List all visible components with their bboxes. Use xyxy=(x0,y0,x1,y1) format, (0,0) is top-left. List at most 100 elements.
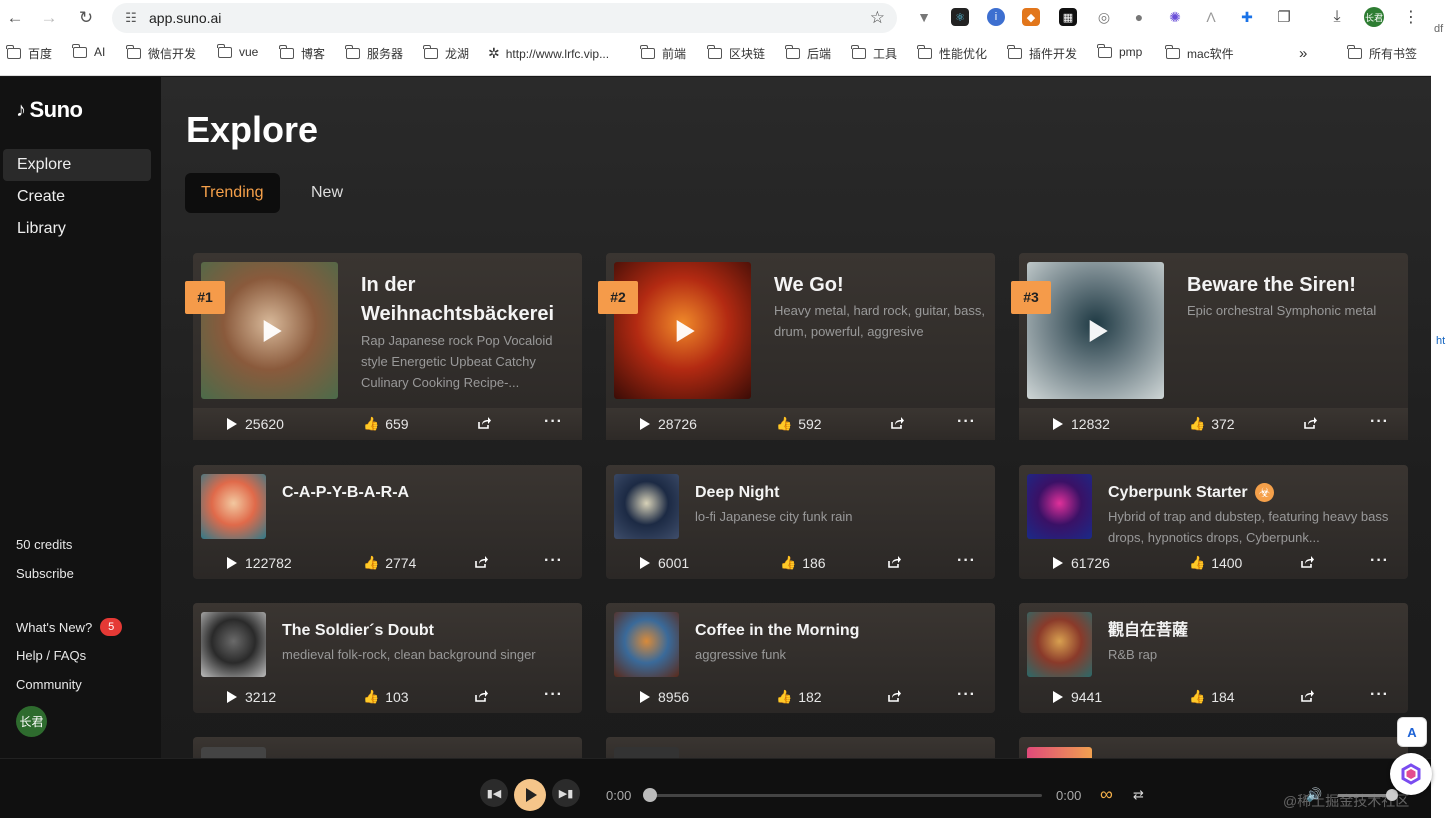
play-count[interactable]: 8956 xyxy=(640,681,689,713)
song-title[interactable]: Deep Night xyxy=(695,481,985,505)
song-card-partial[interactable] xyxy=(193,737,582,758)
more-options-icon[interactable]: ··· xyxy=(957,681,976,713)
more-options-icon[interactable]: ··· xyxy=(1370,408,1389,440)
play-count[interactable]: 61726 xyxy=(1053,547,1110,579)
play-count[interactable]: 3212 xyxy=(227,681,276,713)
bookmark-folder[interactable]: 性能优化 xyxy=(917,45,987,62)
share-icon[interactable] xyxy=(1300,555,1314,569)
react-devtools-extension-icon[interactable]: ⚛ xyxy=(951,8,969,26)
play-count[interactable]: 25620 xyxy=(227,408,284,440)
more-options-icon[interactable]: ··· xyxy=(957,547,976,579)
subscribe-link[interactable]: Subscribe xyxy=(16,566,74,581)
progress-track[interactable] xyxy=(650,794,1042,797)
song-cover[interactable] xyxy=(1027,474,1092,539)
next-track-icon[interactable]: ▶▮ xyxy=(552,779,580,807)
song-cover[interactable] xyxy=(614,747,679,758)
featured-song-card[interactable]: #3 Beware the Siren! Epic orchestral Sym… xyxy=(1011,253,1408,440)
share-icon[interactable] xyxy=(1303,416,1317,430)
song-title[interactable]: C-A-P-Y-B-A-R-A xyxy=(282,481,572,505)
song-cover[interactable] xyxy=(201,747,266,758)
site-settings-icon[interactable]: ☷ xyxy=(122,9,140,27)
download-icon[interactable]: ⤓ xyxy=(1328,8,1346,26)
microphone-extension-icon[interactable]: ● xyxy=(1130,8,1148,26)
like-count[interactable]: 👍 1400 xyxy=(1189,547,1242,579)
play-count[interactable]: 12832 xyxy=(1053,408,1110,440)
more-options-icon[interactable]: ··· xyxy=(544,408,563,440)
song-title[interactable]: 觀自在菩薩 xyxy=(1108,619,1398,643)
help-faqs-link[interactable]: Help / FAQs xyxy=(16,648,86,663)
song-card-partial[interactable] xyxy=(1019,737,1408,758)
song-title[interactable]: Coffee in the Morning xyxy=(695,619,985,643)
song-card[interactable]: The Soldier´s Doubt medieval folk-rock, … xyxy=(193,603,582,713)
tab-trending[interactable]: Trending xyxy=(185,173,280,213)
bookmark-folder[interactable]: 区块链 xyxy=(707,45,765,62)
browser-menu-icon[interactable]: ⋮ xyxy=(1402,8,1420,26)
more-options-icon[interactable]: ··· xyxy=(1370,547,1389,579)
bookmark-folder[interactable]: vue xyxy=(217,43,258,59)
featured-song-card[interactable]: #1 In der Weihnachtsbäckerei Rap Japanes… xyxy=(185,253,582,440)
bookmark-folder[interactable]: 后端 xyxy=(785,45,831,62)
song-card[interactable]: Deep Night lo-fi Japanese city funk rain… xyxy=(606,465,995,579)
play-count[interactable]: 9441 xyxy=(1053,681,1102,713)
song-cover[interactable] xyxy=(614,612,679,677)
previous-track-icon[interactable]: ▮◀ xyxy=(480,779,508,807)
share-icon[interactable] xyxy=(890,416,904,430)
bookmark-folder[interactable]: 工具 xyxy=(851,45,897,62)
extension-dark-icon[interactable]: ▦ xyxy=(1059,8,1077,26)
bookmark-star-icon[interactable]: ☆ xyxy=(870,8,885,28)
extensions-menu-icon[interactable]: ❐ xyxy=(1275,8,1293,26)
repeat-icon[interactable]: ⇄ xyxy=(1133,787,1144,803)
share-icon[interactable] xyxy=(887,555,901,569)
more-options-icon[interactable]: ··· xyxy=(1370,681,1389,713)
profile-avatar[interactable]: 长君 xyxy=(1364,7,1384,27)
play-count[interactable]: 6001 xyxy=(640,547,689,579)
nav-library[interactable]: Library xyxy=(3,213,151,245)
translate-extension-icon[interactable]: A xyxy=(1397,717,1427,747)
community-link[interactable]: Community xyxy=(16,677,82,692)
vuetools-extension-icon[interactable]: ▼ xyxy=(915,8,933,26)
bookmark-folder[interactable]: mac软件 xyxy=(1165,45,1234,62)
infinite-play-icon[interactable]: ∞ xyxy=(1100,784,1113,805)
song-title[interactable]: In der Weihnachtsbäckerei xyxy=(361,271,571,329)
bookmark-link[interactable]: ✲ http://www.lrfc.vip... xyxy=(488,45,609,62)
song-card[interactable]: 觀自在菩薩 R&B rap 9441 👍 184 ··· xyxy=(1019,603,1408,713)
bookmark-folder[interactable]: 龙湖 xyxy=(423,45,469,62)
bookmark-folder[interactable]: 微信开发 xyxy=(126,45,196,62)
play-count[interactable]: 122782 xyxy=(227,547,292,579)
song-card[interactable]: Coffee in the Morning aggressive funk 89… xyxy=(606,603,995,713)
extension-circle-icon[interactable]: i xyxy=(987,8,1005,26)
song-card-partial[interactable] xyxy=(606,737,995,758)
metamask-extension-icon[interactable]: ◆ xyxy=(1022,8,1040,26)
share-icon[interactable] xyxy=(887,689,901,703)
like-count[interactable]: 👍 186 xyxy=(780,547,826,579)
suno-logo[interactable]: ♪ Suno xyxy=(16,97,83,123)
song-card[interactable]: Cyberpunk Starter ☣ Hybrid of trap and d… xyxy=(1019,465,1408,579)
song-title[interactable]: Beware the Siren! xyxy=(1187,271,1397,300)
like-count[interactable]: 👍 182 xyxy=(776,681,822,713)
extension-purple-icon[interactable]: ✺ xyxy=(1166,8,1184,26)
bookmark-folder[interactable]: 服务器 xyxy=(345,45,403,62)
like-count[interactable]: 👍 592 xyxy=(776,408,822,440)
share-icon[interactable] xyxy=(1300,689,1314,703)
featured-song-card[interactable]: #2 We Go! Heavy metal, hard rock, guitar… xyxy=(598,253,995,440)
all-bookmarks-folder[interactable]: 所有书签 xyxy=(1347,45,1417,62)
puzzle-extension-icon[interactable]: ✚ xyxy=(1238,8,1256,26)
like-count[interactable]: 👍 184 xyxy=(1189,681,1235,713)
nav-create[interactable]: Create xyxy=(3,181,151,213)
song-cover[interactable] xyxy=(1027,747,1092,758)
song-title[interactable]: We Go! xyxy=(774,271,984,300)
more-options-icon[interactable]: ··· xyxy=(544,681,563,713)
song-cover[interactable] xyxy=(614,474,679,539)
share-icon[interactable] xyxy=(474,555,488,569)
song-title[interactable]: The Soldier´s Doubt xyxy=(282,619,572,643)
like-count[interactable]: 👍 659 xyxy=(363,408,409,440)
extension-a-icon[interactable]: Λ xyxy=(1202,8,1220,26)
bookmark-folder[interactable]: 插件开发 xyxy=(1007,45,1077,62)
bookmark-folder[interactable]: AI xyxy=(72,43,105,59)
progress-handle[interactable] xyxy=(643,788,657,802)
omnibox[interactable]: ☷ app.suno.ai ☆ xyxy=(112,3,897,33)
song-title[interactable]: Cyberpunk Starter ☣ xyxy=(1108,481,1398,505)
nav-explore[interactable]: Explore xyxy=(3,149,151,181)
bookmark-folder[interactable]: 前端 xyxy=(640,45,686,62)
user-avatar[interactable]: 长君 xyxy=(16,706,47,737)
